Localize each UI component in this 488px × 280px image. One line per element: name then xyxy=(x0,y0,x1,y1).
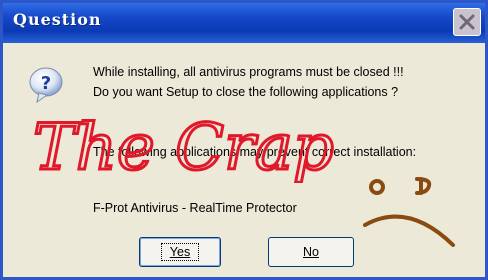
yes-button[interactable]: Yes xyxy=(139,237,221,267)
applications-intro: The following applications may prevent c… xyxy=(93,145,417,159)
no-button-label: No xyxy=(303,245,319,259)
close-button[interactable] xyxy=(453,8,481,36)
no-button[interactable]: No xyxy=(268,237,354,267)
application-name: F-Prot Antivirus - RealTime Protector xyxy=(93,201,297,215)
question-icon: ? xyxy=(29,67,63,104)
svg-text:?: ? xyxy=(41,73,51,94)
close-icon xyxy=(459,14,475,30)
yes-button-label: Yes xyxy=(160,243,200,261)
warning-line-2: Do you want Setup to close the following… xyxy=(93,85,399,99)
question-dialog: Question ? While installing, all antivir… xyxy=(0,0,488,280)
title-bar[interactable]: Question xyxy=(3,3,485,43)
sad-face-drawing xyxy=(363,177,455,247)
warning-line-1: While installing, all antivirus programs… xyxy=(93,65,404,79)
window-title: Question xyxy=(13,10,102,29)
